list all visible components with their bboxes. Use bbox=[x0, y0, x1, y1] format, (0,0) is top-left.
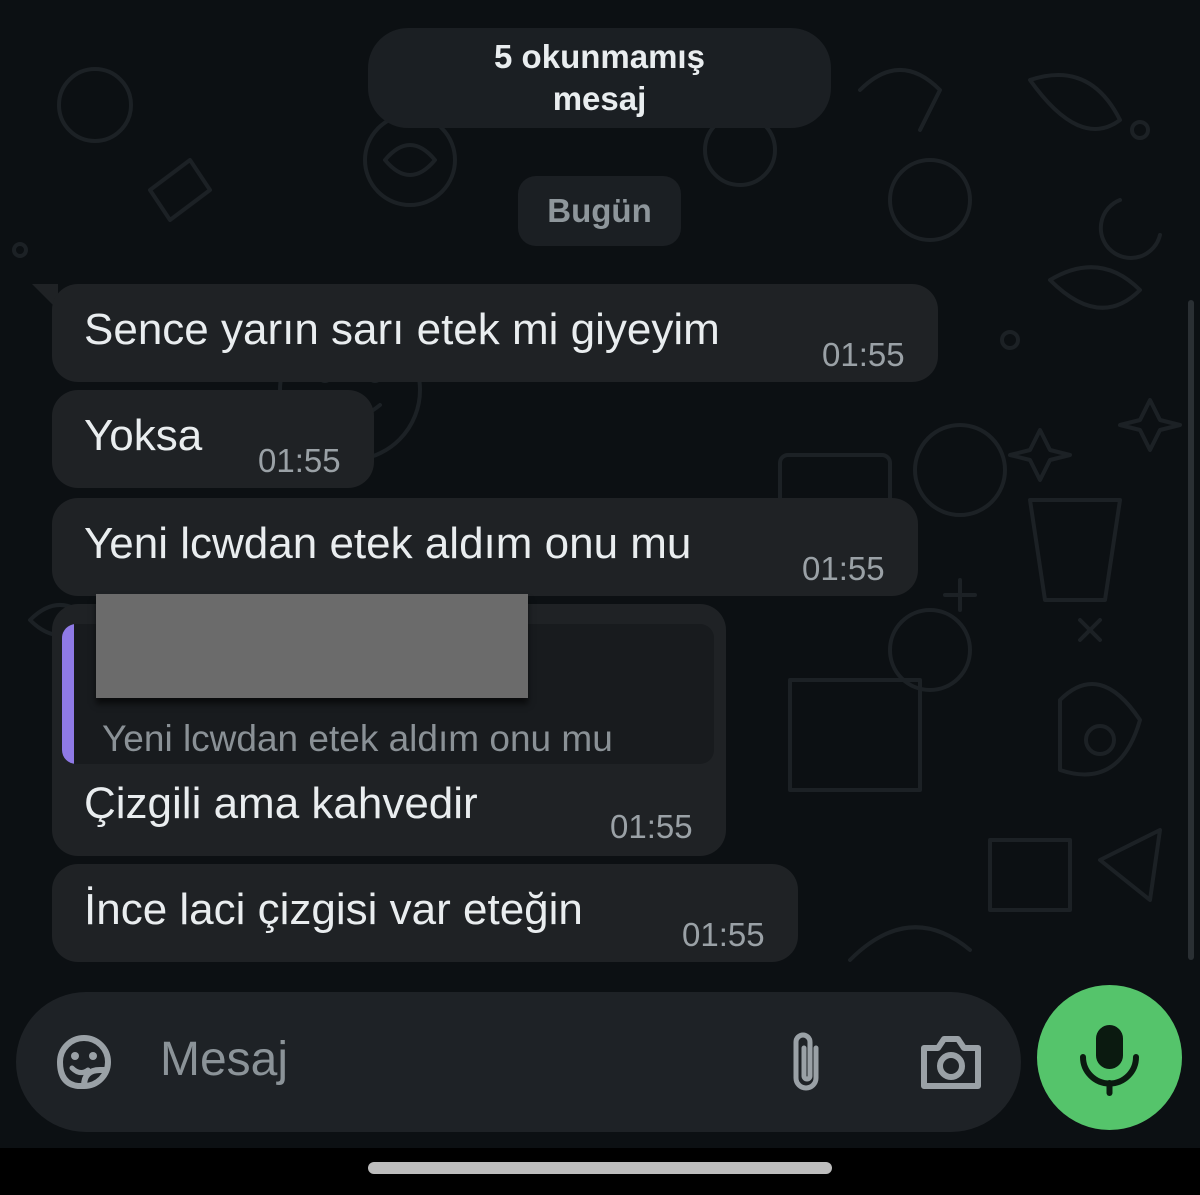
message-time: 01:55 bbox=[258, 442, 341, 479]
message-time: 01:55 bbox=[822, 336, 905, 373]
message-bubble[interactable]: Yoksa 01:55 bbox=[52, 390, 374, 488]
unread-banner-line2: mesaj bbox=[552, 80, 647, 117]
message-input[interactable]: Mesaj bbox=[160, 1032, 288, 1087]
paperclip-icon[interactable] bbox=[782, 1028, 830, 1098]
message-composer[interactable]: Mesaj bbox=[16, 992, 1021, 1132]
message-time: 01:55 bbox=[682, 916, 765, 953]
message-bubble[interactable]: Yeni lcwdan etek aldım onu mu 01:55 bbox=[52, 498, 918, 596]
message-text: Yeni lcwdan etek aldım onu mu bbox=[84, 519, 692, 568]
date-divider: Bugün bbox=[518, 176, 681, 246]
camera-icon[interactable] bbox=[918, 1032, 984, 1092]
message-text: Sence yarın sarı etek mi giyeyim bbox=[84, 305, 720, 354]
scrollbar[interactable] bbox=[1188, 300, 1194, 960]
message-time: 01:55 bbox=[802, 550, 885, 587]
sticker-face-icon[interactable] bbox=[52, 1030, 116, 1094]
quote-accent-bar bbox=[62, 624, 74, 764]
message-text: Çizgili ama kahvedir bbox=[84, 779, 478, 828]
voice-record-button[interactable] bbox=[1037, 985, 1182, 1130]
quoted-text: Yeni lcwdan etek aldım onu mu bbox=[102, 718, 613, 759]
microphone-icon bbox=[1080, 1025, 1139, 1096]
unread-banner-line1: 5 okunmamış bbox=[494, 38, 705, 75]
unread-messages-banner: 5 okunmamış mesaj bbox=[368, 28, 831, 128]
message-time: 01:55 bbox=[610, 808, 693, 845]
message-text: İnce laci çizgisi var eteğin bbox=[84, 885, 583, 934]
message-bubble[interactable]: Sence yarın sarı etek mi giyeyim 01:55 bbox=[52, 284, 938, 382]
message-bubble[interactable]: İnce laci çizgisi var eteğin 01:55 bbox=[52, 864, 798, 962]
home-indicator[interactable] bbox=[368, 1162, 832, 1174]
redaction-box bbox=[96, 594, 528, 698]
message-text: Yoksa bbox=[84, 411, 203, 460]
